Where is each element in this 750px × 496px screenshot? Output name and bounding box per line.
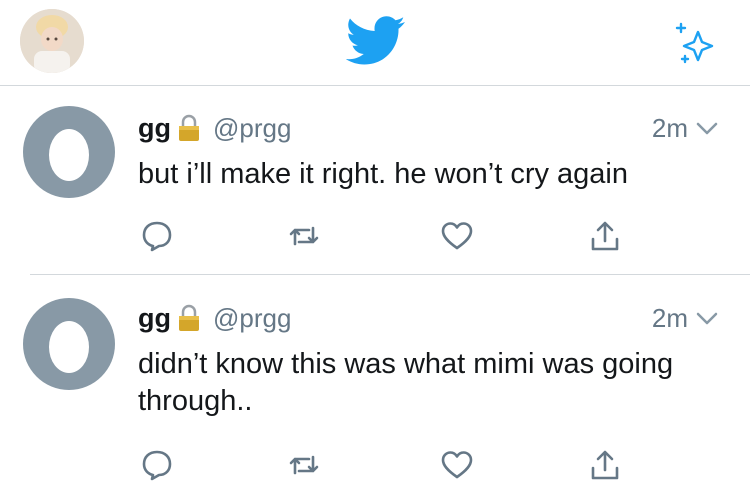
lock-icon: [179, 304, 199, 331]
retweet-button[interactable]: [287, 219, 321, 253]
timestamp: 2m: [651, 113, 688, 143]
retweet-button[interactable]: [287, 448, 321, 482]
share-icon: [591, 221, 619, 251]
heart-icon: [441, 451, 473, 479]
reply-icon: [142, 450, 172, 481]
reply-button[interactable]: [140, 448, 174, 482]
reply-icon: [142, 221, 172, 252]
chevron-down-icon[interactable]: [696, 122, 718, 136]
retweet-icon: [289, 455, 319, 475]
share-button[interactable]: [588, 448, 622, 482]
tweet-text: didn’t know this was what mimi was going…: [138, 348, 674, 417]
tweet[interactable]: gg @prgg 2m but i’ll make it right. he w…: [0, 86, 750, 276]
timestamp: 2m: [651, 303, 688, 333]
like-button[interactable]: [440, 219, 474, 253]
chevron-down-icon[interactable]: [696, 312, 718, 326]
like-button[interactable]: [440, 448, 474, 482]
display-name[interactable]: gg: [138, 303, 171, 334]
retweet-icon: [289, 226, 319, 246]
tweet-header: gg @prgg: [138, 111, 291, 145]
egg-avatar[interactable]: [23, 106, 115, 198]
egg-avatar[interactable]: [23, 298, 115, 390]
tweet-text: but i’ll make it right. he won’t cry aga…: [138, 158, 628, 190]
twitter-bird-icon[interactable]: [346, 16, 406, 66]
lock-icon: [179, 114, 199, 141]
heart-icon: [441, 222, 473, 250]
tweet-actions: [0, 448, 750, 488]
share-button[interactable]: [588, 219, 622, 253]
tweet-divider: [30, 274, 750, 275]
user-handle[interactable]: @prgg: [213, 303, 291, 334]
top-bar: [0, 0, 750, 86]
sparkle-icon[interactable]: [670, 18, 720, 68]
tweet-header: gg @prgg: [138, 301, 291, 335]
tweet-actions: [0, 219, 750, 259]
display-name[interactable]: gg: [138, 113, 171, 144]
share-icon: [591, 450, 619, 480]
profile-avatar[interactable]: [20, 9, 84, 73]
tweet[interactable]: gg @prgg 2m didn’t know this was what mi…: [0, 276, 750, 496]
reply-button[interactable]: [140, 219, 174, 253]
user-handle[interactable]: @prgg: [213, 113, 291, 144]
